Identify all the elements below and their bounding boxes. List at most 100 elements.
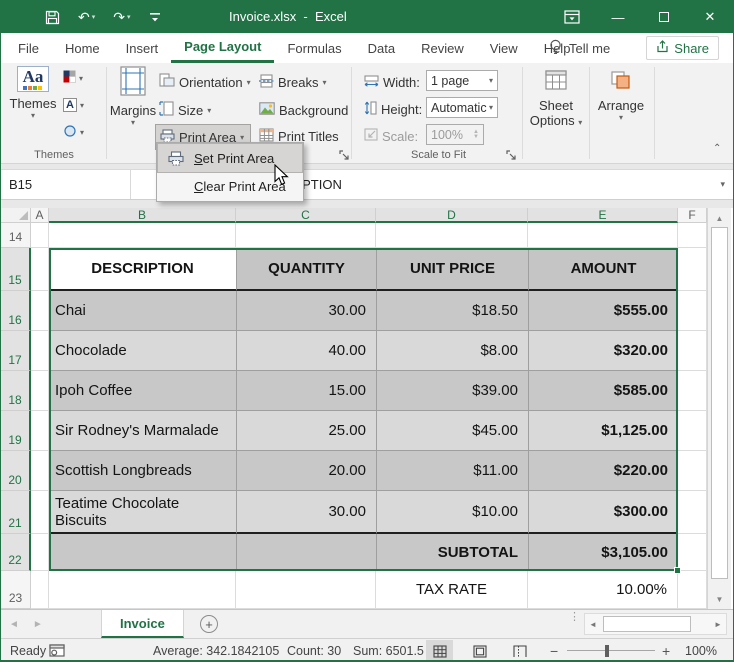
sheet-options-button[interactable]: Sheet Options ▾	[528, 66, 584, 148]
cell-a20[interactable]	[31, 451, 49, 491]
cell-c16[interactable]: 30.00	[236, 291, 376, 331]
cell-e22-subtotal-value[interactable]: $3,105.00	[528, 534, 678, 571]
zoom-slider-thumb[interactable]	[605, 645, 609, 657]
cell-f23[interactable]	[678, 571, 707, 609]
cell-d19[interactable]: $45.00	[376, 411, 528, 451]
row-header-20[interactable]: 20	[1, 451, 31, 491]
menu-item-clear-print-area[interactable]: Clear Print Area	[158, 172, 302, 200]
cell-b23[interactable]	[49, 571, 236, 609]
cell-e15[interactable]: AMOUNT	[528, 248, 678, 291]
cell-c22[interactable]	[236, 534, 376, 571]
cell-c21[interactable]: 30.00	[236, 491, 376, 534]
row-header-14[interactable]: 14	[1, 223, 31, 248]
cell-a16[interactable]	[31, 291, 49, 331]
cell-f17[interactable]	[678, 331, 707, 371]
status-average[interactable]: Average: 342.1842105	[153, 639, 279, 662]
cell-a14[interactable]	[31, 223, 49, 248]
cell-f15[interactable]	[678, 248, 707, 291]
row-header-17[interactable]: 17	[1, 331, 31, 371]
status-count[interactable]: Count: 30	[287, 639, 341, 662]
view-normal-button[interactable]	[426, 640, 453, 662]
menu-item-set-print-area[interactable]: Set Print Area	[158, 144, 302, 172]
cell-c20[interactable]: 20.00	[236, 451, 376, 491]
cell-c15[interactable]: QUANTITY	[236, 248, 376, 291]
zoom-in-button[interactable]: +	[662, 639, 670, 662]
cell-f19[interactable]	[678, 411, 707, 451]
chevron-down-icon[interactable]: ▾	[92, 13, 96, 21]
cell-c14[interactable]	[236, 223, 376, 248]
minimize-button[interactable]: —	[595, 1, 641, 33]
collapse-ribbon-icon[interactable]: ⌃	[713, 143, 721, 154]
tab-home[interactable]: Home	[52, 33, 113, 63]
cell-f14[interactable]	[678, 223, 707, 248]
cell-d16[interactable]: $18.50	[376, 291, 528, 331]
zoom-slider-track[interactable]	[567, 650, 655, 651]
cell-d17[interactable]: $8.00	[376, 331, 528, 371]
cell-c17[interactable]: 40.00	[236, 331, 376, 371]
row-header-22[interactable]: 22	[1, 534, 31, 571]
column-header-e[interactable]: E	[528, 208, 678, 223]
tab-page-layout[interactable]: Page Layout	[171, 33, 274, 63]
row-header-18[interactable]: 18	[1, 371, 31, 411]
tell-me-button[interactable]: Tell me	[549, 33, 610, 63]
vertical-scrollbar[interactable]: ▲ ▼	[707, 208, 731, 609]
cell-e20[interactable]: $220.00	[528, 451, 678, 491]
cell-a15[interactable]	[31, 248, 49, 291]
redo-button[interactable]: ↷▾	[113, 9, 130, 26]
cell-d20[interactable]: $11.00	[376, 451, 528, 491]
row-header-23[interactable]: 23	[1, 571, 31, 609]
maximize-button[interactable]	[641, 1, 687, 33]
cell-e14[interactable]	[528, 223, 678, 248]
status-sum[interactable]: Sum: 6501.5	[353, 639, 424, 662]
cell-d18[interactable]: $39.00	[376, 371, 528, 411]
row-header-16[interactable]: 16	[1, 291, 31, 331]
cell-d14[interactable]	[376, 223, 528, 248]
tab-file[interactable]: File	[5, 33, 52, 63]
theme-colors-button[interactable]: ▾	[63, 67, 84, 89]
sheet-nav-left-icon[interactable]: ◄	[9, 619, 19, 630]
cell-a23[interactable]	[31, 571, 49, 609]
cell-e19[interactable]: $1,125.00	[528, 411, 678, 451]
cell-f21[interactable]	[678, 491, 707, 534]
background-button[interactable]: Background	[259, 99, 348, 121]
cell-d22-subtotal-label[interactable]: SUBTOTAL	[376, 534, 528, 571]
cell-a22[interactable]	[31, 534, 49, 571]
cell-b19[interactable]: Sir Rodney's Marmalade	[49, 411, 236, 451]
cell-d23-tax-label[interactable]: TAX RATE	[376, 571, 528, 609]
width-combo[interactable]: 1 page ▾	[426, 70, 498, 91]
theme-effects-button[interactable]: ▾	[63, 121, 84, 143]
cell-b14[interactable]	[49, 223, 236, 248]
new-sheet-button[interactable]: +	[200, 615, 218, 633]
themes-button[interactable]: Aa Themes ▾	[8, 66, 58, 148]
row-header-15[interactable]: 15	[1, 248, 31, 291]
cell-f22[interactable]	[678, 534, 707, 571]
cell-d21[interactable]: $10.00	[376, 491, 528, 534]
cell-a21[interactable]	[31, 491, 49, 534]
save-icon[interactable]	[45, 10, 60, 25]
sheet-nav-right-icon[interactable]: ►	[33, 619, 43, 630]
cell-f20[interactable]	[678, 451, 707, 491]
cell-b18[interactable]: Ipoh Coffee	[49, 371, 236, 411]
cell-e23-tax-value[interactable]: 10.00%	[528, 571, 678, 609]
scroll-up-icon[interactable]: ▲	[708, 210, 731, 226]
tab-insert[interactable]: Insert	[113, 33, 172, 63]
column-header-c[interactable]: C	[236, 208, 376, 223]
share-button[interactable]: Share	[646, 36, 719, 60]
cell-e18[interactable]: $585.00	[528, 371, 678, 411]
close-button[interactable]: ✕	[687, 1, 733, 33]
view-page-layout-button[interactable]	[466, 640, 493, 662]
customize-qat-button[interactable]	[149, 11, 161, 23]
cell-b17[interactable]: Chocolade	[49, 331, 236, 371]
column-header-b[interactable]: B	[49, 208, 236, 223]
row-header-19[interactable]: 19	[1, 411, 31, 451]
worksheet-grid[interactable]: A B C D E F 14 15 DESCRIPTION QUANTITY U…	[1, 208, 707, 609]
zoom-level[interactable]: 100%	[685, 639, 717, 662]
tab-formulas[interactable]: Formulas	[274, 33, 354, 63]
select-all-corner[interactable]	[1, 208, 31, 223]
name-box[interactable]: B15	[1, 170, 131, 199]
theme-fonts-button[interactable]: A ▾	[63, 94, 84, 116]
expand-formula-bar-icon[interactable]: ▾	[720, 170, 725, 199]
ribbon-display-options-button[interactable]	[549, 1, 595, 33]
row-header-21[interactable]: 21	[1, 491, 31, 534]
cell-c18[interactable]: 15.00	[236, 371, 376, 411]
